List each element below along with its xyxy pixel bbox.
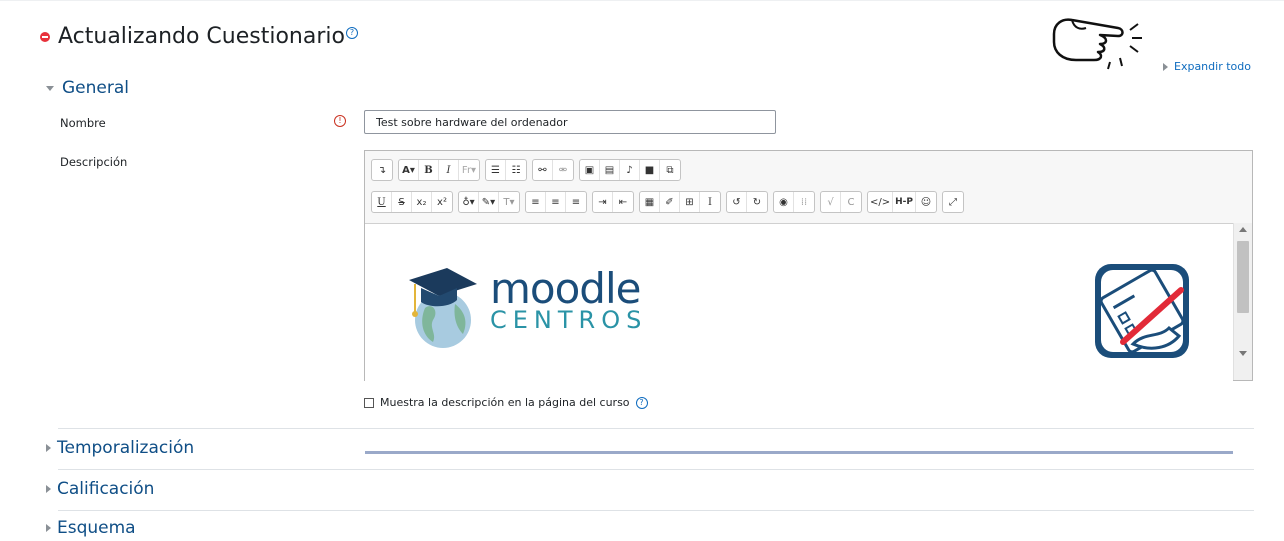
page-title-row: Actualizando Cuestionario ? bbox=[40, 24, 358, 49]
align-left-icon[interactable]: ≡ bbox=[526, 192, 546, 212]
description-editor[interactable]: ↴ A▾ B I Fr▾ ☰ ☷ ⚯ ⚮ ▣ ▤ ♪ ■ ⧉ U S x₂ x² bbox=[364, 150, 1253, 454]
editor-content-area[interactable]: moodle CENTROS bbox=[365, 223, 1233, 454]
html-icon[interactable]: </> bbox=[868, 192, 894, 212]
font-color-button[interactable]: A▾ bbox=[399, 160, 419, 180]
strikethrough-button[interactable]: S bbox=[392, 192, 412, 212]
media-icon[interactable]: ▤ bbox=[600, 160, 620, 180]
edit-icon[interactable]: ✐ bbox=[660, 192, 680, 212]
section-calificacion-label: Calificación bbox=[57, 479, 155, 499]
video-icon[interactable]: ■ bbox=[640, 160, 660, 180]
table-icon[interactable]: ⊞ bbox=[680, 192, 700, 212]
top-divider bbox=[0, 0, 1284, 1]
caret-right-icon bbox=[46, 524, 51, 532]
undo-icon[interactable]: ↺ bbox=[727, 192, 747, 212]
align-right-icon[interactable]: ≡ bbox=[566, 192, 586, 212]
quiz-exam-icon bbox=[1095, 264, 1189, 358]
logo-text-centros: CENTROS bbox=[490, 306, 648, 334]
align-center-icon[interactable]: ≡ bbox=[546, 192, 566, 212]
scroll-up-arrow-icon[interactable] bbox=[1239, 227, 1247, 232]
toolbar-collapse-button[interactable]: ↴ bbox=[372, 160, 392, 180]
redo-icon[interactable]: ↻ bbox=[747, 192, 767, 212]
brush-icon[interactable]: ✎▾ bbox=[479, 192, 499, 212]
h5p-icon[interactable]: H-P bbox=[893, 192, 917, 212]
section-general-toggle[interactable]: General bbox=[46, 78, 129, 98]
underline-button[interactable]: U bbox=[372, 192, 392, 212]
subscript-button[interactable]: x₂ bbox=[412, 192, 432, 212]
graduation-globe-icon bbox=[409, 268, 477, 348]
scroll-down-arrow-icon[interactable] bbox=[1239, 351, 1247, 356]
indent-icon[interactable]: ⇥ bbox=[593, 192, 613, 212]
help-icon[interactable]: ? bbox=[345, 26, 358, 39]
section-temporalizacion-toggle[interactable]: Temporalización bbox=[46, 438, 194, 458]
show-description-checkbox[interactable] bbox=[364, 397, 374, 408]
section-esquema-label: Esquema bbox=[57, 518, 136, 538]
caret-right-icon bbox=[1163, 62, 1168, 71]
bold-button[interactable]: B bbox=[419, 160, 439, 180]
show-description-row: Muestra la descripción en la página del … bbox=[364, 396, 648, 409]
equation-icon[interactable]: √ bbox=[821, 192, 841, 212]
nombre-input[interactable] bbox=[364, 110, 776, 134]
section-esquema-toggle[interactable]: Esquema bbox=[46, 518, 136, 538]
section-divider bbox=[58, 469, 1254, 470]
section-divider bbox=[58, 428, 1254, 429]
unlink-icon[interactable]: ⚮ bbox=[553, 160, 573, 180]
help-icon[interactable]: ? bbox=[635, 396, 648, 409]
expand-all-link[interactable]: Expandir todo bbox=[1163, 60, 1251, 73]
chemistry-icon[interactable]: C bbox=[841, 192, 861, 212]
microphone-icon[interactable]: ♪ bbox=[620, 160, 640, 180]
caret-right-icon bbox=[46, 485, 51, 493]
copy-icon[interactable]: ⧉ bbox=[660, 160, 680, 180]
ordered-list-icon[interactable]: ☷ bbox=[506, 160, 526, 180]
text-size-icon[interactable]: T▾ bbox=[499, 192, 519, 212]
editor-toolbar-row-1: ↴ A▾ B I Fr▾ ☰ ☷ ⚯ ⚮ ▣ ▤ ♪ ■ ⧉ bbox=[371, 159, 686, 181]
accessibility-icon[interactable]: ◉ bbox=[774, 192, 794, 212]
image-icon[interactable]: ▣ bbox=[580, 160, 600, 180]
link-icon[interactable]: ⚯ bbox=[533, 160, 553, 180]
expand-all-label: Expandir todo bbox=[1174, 60, 1251, 73]
caret-down-icon bbox=[46, 85, 54, 91]
editor-scrollbar[interactable] bbox=[1233, 223, 1252, 380]
scrollbar-thumb[interactable] bbox=[1237, 241, 1249, 313]
superscript-button[interactable]: x² bbox=[432, 192, 452, 212]
section-divider bbox=[58, 510, 1254, 511]
editor-bottom-border bbox=[365, 451, 1233, 454]
nombre-label: Nombre bbox=[60, 116, 106, 130]
font-family-button[interactable]: Fr▾ bbox=[459, 160, 479, 180]
text-cursor-icon[interactable]: I bbox=[700, 192, 720, 212]
show-description-label: Muestra la descripción en la página del … bbox=[380, 396, 630, 409]
section-calificacion-toggle[interactable]: Calificación bbox=[46, 479, 154, 499]
fullscreen-icon[interactable]: ⤢ bbox=[943, 192, 963, 212]
outdent-icon[interactable]: ⇤ bbox=[613, 192, 633, 212]
section-temporalizacion-label: Temporalización bbox=[57, 438, 195, 458]
unordered-list-icon[interactable]: ☰ bbox=[486, 160, 506, 180]
pointing-hand-icon bbox=[1052, 18, 1142, 70]
screenreader-icon[interactable]: ⁞⁞ bbox=[794, 192, 814, 212]
logo-text-moodle: moodle bbox=[490, 264, 641, 313]
calculator-icon[interactable]: ▦ bbox=[640, 192, 660, 212]
page-title: Actualizando Cuestionario bbox=[58, 24, 345, 49]
quiz-icon bbox=[40, 31, 50, 42]
required-icon: ! bbox=[334, 115, 346, 127]
section-general-label: General bbox=[62, 78, 129, 98]
descripcion-label: Descripción bbox=[60, 155, 128, 169]
caret-right-icon bbox=[46, 444, 51, 452]
moodle-centros-logo: moodle CENTROS bbox=[490, 264, 648, 335]
emoji-icon[interactable]: ☺ bbox=[916, 192, 936, 212]
italic-button[interactable]: I bbox=[439, 160, 459, 180]
editor-toolbar-row-2: U S x₂ x² ♁▾ ✎▾ T▾ ≡ ≡ ≡ ⇥ ⇤ ▦ ✐ ⊞ I ↺ ↻ bbox=[371, 191, 969, 213]
highlight-icon[interactable]: ♁▾ bbox=[459, 192, 479, 212]
